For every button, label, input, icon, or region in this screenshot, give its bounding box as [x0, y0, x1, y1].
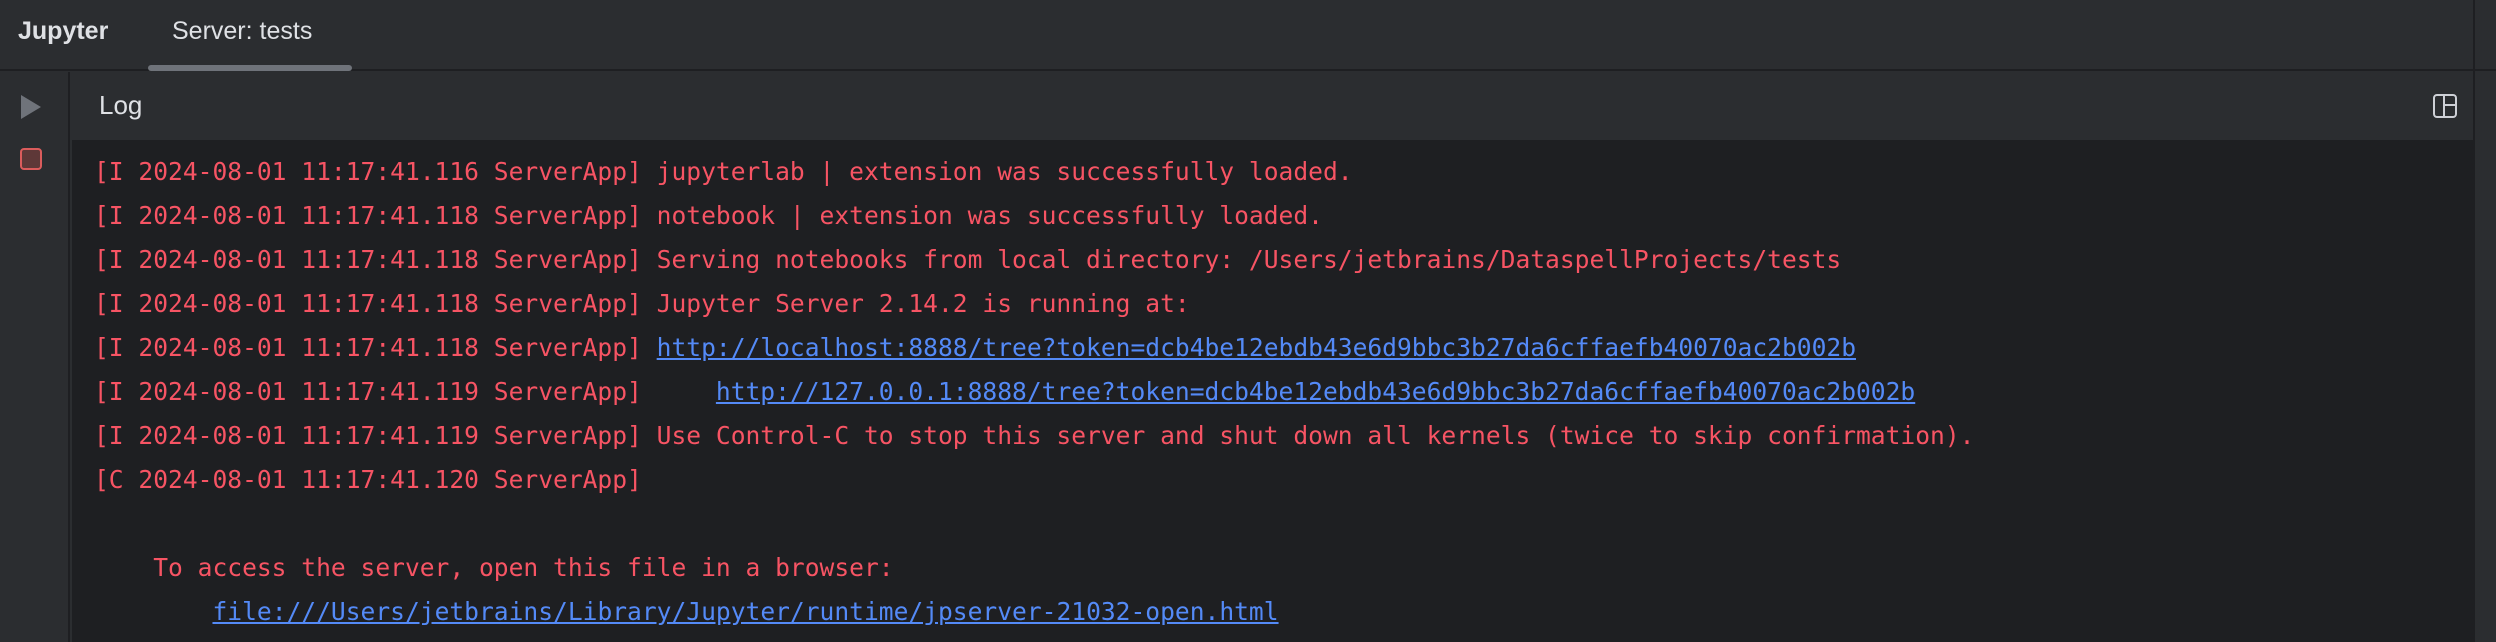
layout-icon	[2433, 94, 2457, 118]
log-line: file:///Users/jetbrains/Library/Jupyter/…	[94, 590, 1974, 634]
log-line: [I 2024-08-01 11:17:41.119 ServerApp] Us…	[94, 421, 1975, 450]
tab-server-tests[interactable]: Server: tests	[148, 0, 352, 71]
log-line: [I 2024-08-01 11:17:41.118 ServerApp] Ju…	[94, 289, 1190, 318]
log-output: [I 2024-08-01 11:17:41.116 ServerApp] ju…	[94, 150, 1974, 634]
log-line: [I 2024-08-01 11:17:41.119 ServerApp] ht…	[94, 377, 1916, 406]
stop-icon	[20, 148, 42, 170]
log-line: [I 2024-08-01 11:17:41.116 ServerApp] ju…	[94, 157, 1353, 186]
log-line: [I 2024-08-01 11:17:41.118 ServerApp] ht…	[94, 333, 1856, 362]
action-toolbar	[0, 72, 70, 642]
log-line: [I 2024-08-01 11:17:41.118 ServerApp] no…	[94, 201, 1323, 230]
divider	[2473, 0, 2475, 642]
panel-title: Log	[99, 90, 143, 120]
access-message: To access the server, open this file in …	[94, 553, 894, 582]
log-line: [I 2024-08-01 11:17:41.118 ServerApp] Se…	[94, 245, 1842, 274]
stop-button[interactable]	[14, 142, 48, 176]
localhost-url-link[interactable]: http://localhost:8888/tree?token=dcb4be1…	[657, 333, 1856, 362]
runtime-file-link[interactable]: file:///Users/jetbrains/Library/Jupyter/…	[212, 597, 1278, 626]
loopback-url-link[interactable]: http://127.0.0.1:8888/tree?token=dcb4be1…	[716, 377, 1915, 406]
log-panel-header: Log	[72, 72, 2473, 140]
tool-window-header: Jupyter Server: tests	[0, 0, 2496, 71]
app-title: Jupyter	[18, 17, 109, 45]
play-icon	[21, 95, 41, 119]
layout-button[interactable]	[2427, 88, 2463, 124]
log-console[interactable]: [I 2024-08-01 11:17:41.116 ServerApp] ju…	[72, 140, 2473, 642]
log-line: [C 2024-08-01 11:17:41.120 ServerApp]	[94, 465, 642, 494]
tab-label: Server: tests	[172, 17, 313, 45]
run-button[interactable]	[14, 90, 48, 124]
active-tab-indicator	[148, 65, 352, 71]
